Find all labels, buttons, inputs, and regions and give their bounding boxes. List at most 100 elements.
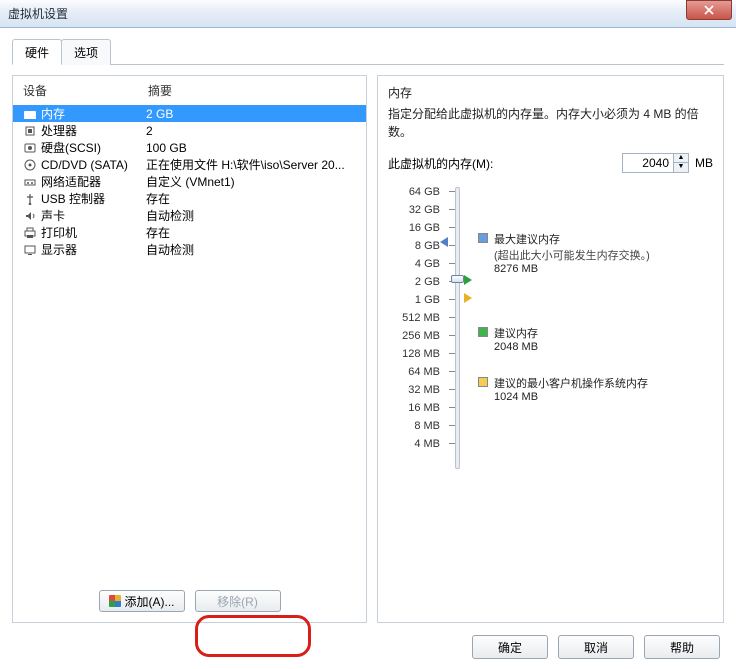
memory-slider[interactable] (444, 183, 472, 473)
tick-mark (449, 263, 455, 264)
device-name: 网络适配器 (39, 173, 146, 190)
help-button[interactable]: 帮助 (644, 635, 720, 659)
cancel-button[interactable]: 取消 (558, 635, 634, 659)
memory-input[interactable] (622, 153, 674, 173)
device-name: USB 控制器 (39, 190, 146, 207)
legend-max-note: (超出此大小可能发生内存交换。) (494, 247, 650, 263)
tick-label: 1 GB (388, 291, 444, 309)
tick-mark (449, 299, 455, 300)
titlebar: 虚拟机设置 (0, 0, 736, 28)
tick-mark (449, 245, 455, 246)
tick-label: 64 MB (388, 363, 444, 381)
tick-mark (449, 191, 455, 192)
device-row-cpu[interactable]: 处理器2 (13, 122, 366, 139)
tick-label: 4 GB (388, 255, 444, 273)
remove-button: 移除(R) (195, 590, 281, 612)
column-summary: 摘要 (148, 82, 172, 99)
device-summary: 100 GB (146, 141, 358, 155)
slider-thumb[interactable] (451, 275, 464, 283)
tick-mark (449, 317, 455, 318)
device-name: 硬盘(SCSI) (39, 139, 146, 156)
tick-mark (449, 389, 455, 390)
memory-title: 内存 (388, 84, 713, 101)
cpu-icon (21, 124, 39, 138)
device-row-usb[interactable]: USB 控制器存在 (13, 190, 366, 207)
memory-spinner[interactable]: ▲ ▼ (622, 153, 689, 173)
device-list: 内存2 GB处理器2硬盘(SCSI)100 GBCD/DVD (SATA)正在使… (13, 105, 366, 582)
hdd-icon (21, 141, 39, 155)
legend-rec-title: 建议内存 (494, 325, 538, 341)
memory-icon (21, 107, 39, 121)
device-panel: 设备 摘要 内存2 GB处理器2硬盘(SCSI)100 GBCD/DVD (SA… (12, 75, 367, 623)
close-button[interactable] (686, 0, 732, 20)
add-button-label: 添加(A)... (125, 593, 175, 610)
slider-tick-labels: 64 GB32 GB16 GB8 GB4 GB2 GB1 GB512 MB256… (388, 183, 444, 473)
device-summary: 存在 (146, 224, 358, 241)
memory-desc: 指定分配给此虚拟机的内存量。内存大小必须为 4 MB 的倍数。 (388, 105, 713, 141)
device-row-net[interactable]: 网络适配器自定义 (VMnet1) (13, 173, 366, 190)
memory-unit: MB (695, 156, 713, 170)
usb-icon (21, 192, 39, 206)
column-device: 设备 (23, 82, 148, 99)
add-button[interactable]: 添加(A)... (99, 590, 185, 612)
device-row-memory[interactable]: 内存2 GB (13, 105, 366, 122)
tick-mark (449, 371, 455, 372)
tick-mark (449, 209, 455, 210)
slider-track-line (455, 187, 460, 469)
device-summary: 2 GB (146, 107, 358, 121)
tick-mark (449, 407, 455, 408)
legend: 最大建议内存 (超出此大小可能发生内存交换。) 8276 MB 建议内存 204… (472, 183, 713, 473)
device-summary: 自动检测 (146, 207, 358, 224)
device-name: 处理器 (39, 122, 146, 139)
legend-max-value: 8276 MB (494, 263, 650, 275)
tick-mark (449, 443, 455, 444)
net-icon (21, 175, 39, 189)
device-row-hdd[interactable]: 硬盘(SCSI)100 GB (13, 139, 366, 156)
shield-icon (109, 595, 121, 607)
min-marker (464, 293, 472, 303)
legend-max-color (478, 233, 488, 243)
tab-hardware[interactable]: 硬件 (12, 39, 62, 65)
legend-rec-value: 2048 MB (494, 341, 538, 353)
legend-max-title: 最大建议内存 (494, 231, 650, 247)
dialog-buttons: 确定 取消 帮助 (472, 635, 720, 659)
tick-label: 8 GB (388, 237, 444, 255)
device-row-printer[interactable]: 打印机存在 (13, 224, 366, 241)
tab-options[interactable]: 选项 (61, 39, 111, 65)
tick-label: 16 MB (388, 399, 444, 417)
tick-label: 32 MB (388, 381, 444, 399)
device-list-header: 设备 摘要 (13, 76, 366, 105)
sound-icon (21, 209, 39, 223)
device-summary: 正在使用文件 H:\软件\iso\Server 20... (146, 156, 358, 173)
close-icon (704, 5, 714, 15)
tick-label: 8 MB (388, 417, 444, 435)
spin-down[interactable]: ▼ (674, 163, 688, 172)
tick-label: 4 MB (388, 435, 444, 453)
tick-mark (449, 335, 455, 336)
memory-panel: 内存 指定分配给此虚拟机的内存量。内存大小必须为 4 MB 的倍数。 此虚拟机的… (377, 75, 724, 623)
remove-button-label: 移除(R) (217, 593, 258, 610)
device-buttons: 添加(A)... 移除(R) (13, 582, 366, 622)
display-icon (21, 243, 39, 257)
tick-label: 128 MB (388, 345, 444, 363)
tick-mark (449, 425, 455, 426)
device-row-display[interactable]: 显示器自动检测 (13, 241, 366, 258)
device-name: 内存 (39, 105, 146, 122)
device-row-cd[interactable]: CD/DVD (SATA)正在使用文件 H:\软件\iso\Server 20.… (13, 156, 366, 173)
printer-icon (21, 226, 39, 240)
ok-button[interactable]: 确定 (472, 635, 548, 659)
rec-marker (464, 275, 472, 285)
spin-up[interactable]: ▲ (674, 154, 688, 163)
device-name: CD/DVD (SATA) (39, 158, 146, 172)
window-title: 虚拟机设置 (8, 5, 68, 22)
memory-input-label: 此虚拟机的内存(M): (388, 155, 493, 172)
cd-icon (21, 158, 39, 172)
tick-label: 32 GB (388, 201, 444, 219)
tick-label: 64 GB (388, 183, 444, 201)
device-summary: 自定义 (VMnet1) (146, 173, 358, 190)
device-row-sound[interactable]: 声卡自动检测 (13, 207, 366, 224)
device-name: 声卡 (39, 207, 146, 224)
device-summary: 2 (146, 124, 358, 138)
legend-min-color (478, 377, 488, 387)
legend-min-value: 1024 MB (494, 391, 648, 403)
